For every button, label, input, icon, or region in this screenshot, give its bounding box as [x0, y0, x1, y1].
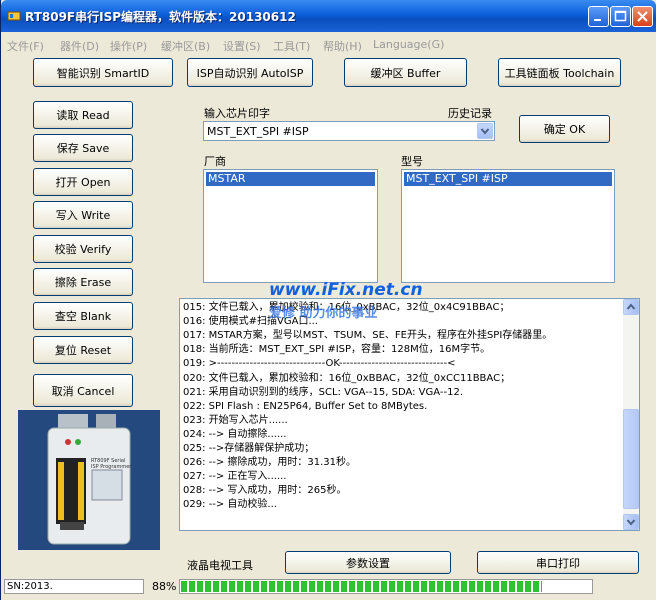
maximize-icon [614, 10, 627, 22]
minimize-icon [594, 19, 601, 21]
progress-bar [179, 579, 593, 594]
log-line: 028: --> 写入成功，用时：265秒。 [183, 485, 347, 497]
param-settings-button[interactable]: 参数设置 [285, 551, 451, 574]
close-button[interactable] [632, 6, 653, 27]
model-list[interactable]: MST_EXT_SPI #ISP [401, 169, 615, 283]
write-button[interactable]: 写入 Write [33, 201, 133, 229]
scroll-up-button[interactable] [623, 299, 639, 315]
log-line: 025: -->存储器解保护成功； [183, 443, 315, 454]
log-line: 026: --> 擦除成功，用时：31.31秒。 [183, 457, 357, 469]
open-button[interactable]: 打开 Open [33, 168, 133, 196]
log-line: 021: 采用自动识别到的线序，SCL: VGA--15, SDA: VGA--… [183, 386, 464, 398]
reset-button[interactable]: 复位 Reset [33, 336, 133, 364]
serial-print-button[interactable]: 串口打印 [477, 551, 639, 574]
log-line: 023: 开始写入芯片...... [183, 414, 288, 426]
model-item-selected[interactable]: MST_EXT_SPI #ISP [404, 172, 612, 186]
smartid-button[interactable]: 智能识别 SmartID [33, 58, 173, 87]
close-icon [637, 11, 648, 22]
confirm-button[interactable]: 确定 OK [519, 115, 610, 143]
watermark-url: www.iFix.net.cn [269, 280, 423, 300]
maximize-button[interactable] [610, 6, 631, 27]
log-line: 020: 文件已载入，累加校验和：16位_0xBBAC，32位_0xCC11BB… [183, 372, 511, 384]
serial-number: SN:2013. [4, 579, 144, 594]
chevron-up-icon [626, 303, 636, 310]
vendor-label: 厂商 [204, 155, 226, 168]
log-line: 027: --> 正在写入...... [183, 471, 287, 483]
menu-settings[interactable]: 设置(S) [223, 38, 261, 54]
menu-tools[interactable]: 工具(T) [273, 38, 310, 54]
log-line: 017: MSTAR方案，型号以MST、TSUM、SE、FE开头，程序在外挂SP… [183, 330, 553, 342]
watermark-slogan: 爱修 助力你的事业 [269, 306, 378, 321]
progress-percent: 88% [152, 580, 177, 593]
dropdown-button[interactable] [477, 123, 493, 139]
status-bar: SN:2013. 88% [1, 574, 656, 600]
cancel-button[interactable]: 取消 Cancel [33, 374, 133, 407]
menu-bar: 文件(F) 器件(D) 操作(P) 缓冲区(B) 设置(S) 工具(T) 帮助(… [1, 36, 656, 54]
lcd-tools-label: 液晶电视工具 [187, 559, 253, 572]
log-line: 029: --> 自动校验... [183, 499, 277, 511]
log-line: 019: >------------------------------OK--… [183, 358, 456, 370]
menu-operation[interactable]: 操作(P) [110, 38, 147, 54]
app-icon [7, 11, 21, 21]
scroll-down-button[interactable] [623, 514, 639, 530]
log-line: 024: --> 自动擦除...... [183, 428, 287, 440]
menu-file[interactable]: 文件(F) [7, 38, 44, 54]
history-label: 历史记录 [448, 107, 492, 120]
window-title: RT809F串行ISP编程器，软件版本：20130612 [25, 10, 296, 24]
verify-button[interactable]: 校验 Verify [33, 235, 133, 263]
model-label: 型号 [401, 155, 423, 168]
minimize-button[interactable] [588, 6, 609, 27]
scroll-thumb[interactable] [623, 409, 639, 509]
chip-value: MST_EXT_SPI #ISP [207, 125, 309, 138]
vendor-list[interactable]: MSTAR [203, 169, 378, 283]
log-output[interactable]: 015: 文件已载入，累加校验和：16位_0xBBAC，32位_0x4C91BB… [179, 298, 640, 531]
blank-button[interactable]: 查空 Blank [33, 302, 133, 330]
vendor-item-selected[interactable]: MSTAR [206, 172, 375, 186]
chevron-down-icon [480, 128, 490, 135]
programmer-photo: RT809F Serial ISP Programmer [18, 410, 160, 550]
read-button[interactable]: 读取 Read [33, 101, 133, 129]
log-line: 022: SPI Flash : EN25P64, Buffer Set to … [183, 400, 428, 412]
menu-help[interactable]: 帮助(H) [323, 38, 362, 54]
menu-language[interactable]: Language(G) [373, 38, 444, 51]
device-label-2: ISP Programmer [91, 464, 132, 470]
chevron-down-icon [626, 519, 636, 526]
title-bar[interactable]: RT809F串行ISP编程器，软件版本：20130612 [1, 0, 656, 32]
chip-combobox[interactable]: MST_EXT_SPI #ISP [203, 121, 495, 141]
autoisp-button[interactable]: ISP自动识别 AutoISP [187, 58, 313, 87]
toolchain-button[interactable]: 工具链面板 Toolchain [498, 58, 621, 87]
device-image: RT809F Serial ISP Programmer [18, 410, 160, 550]
buffer-button[interactable]: 缓冲区 Buffer [344, 58, 467, 87]
menu-device[interactable]: 器件(D) [60, 38, 99, 54]
log-scrollbar[interactable] [623, 299, 639, 530]
chip-label: 输入芯片印字 [204, 107, 270, 120]
menu-buffer[interactable]: 缓冲区(B) [161, 38, 210, 54]
log-line: 018: 当前所选：MST_EXT_SPI #ISP，容量：128M位，16M字… [183, 344, 491, 356]
save-button[interactable]: 保存 Save [33, 134, 133, 162]
progress-fill [181, 581, 542, 592]
erase-button[interactable]: 擦除 Erase [33, 268, 133, 296]
main-window: RT809F串行ISP编程器，软件版本：20130612 文件(F) 器件(D)… [0, 0, 656, 600]
